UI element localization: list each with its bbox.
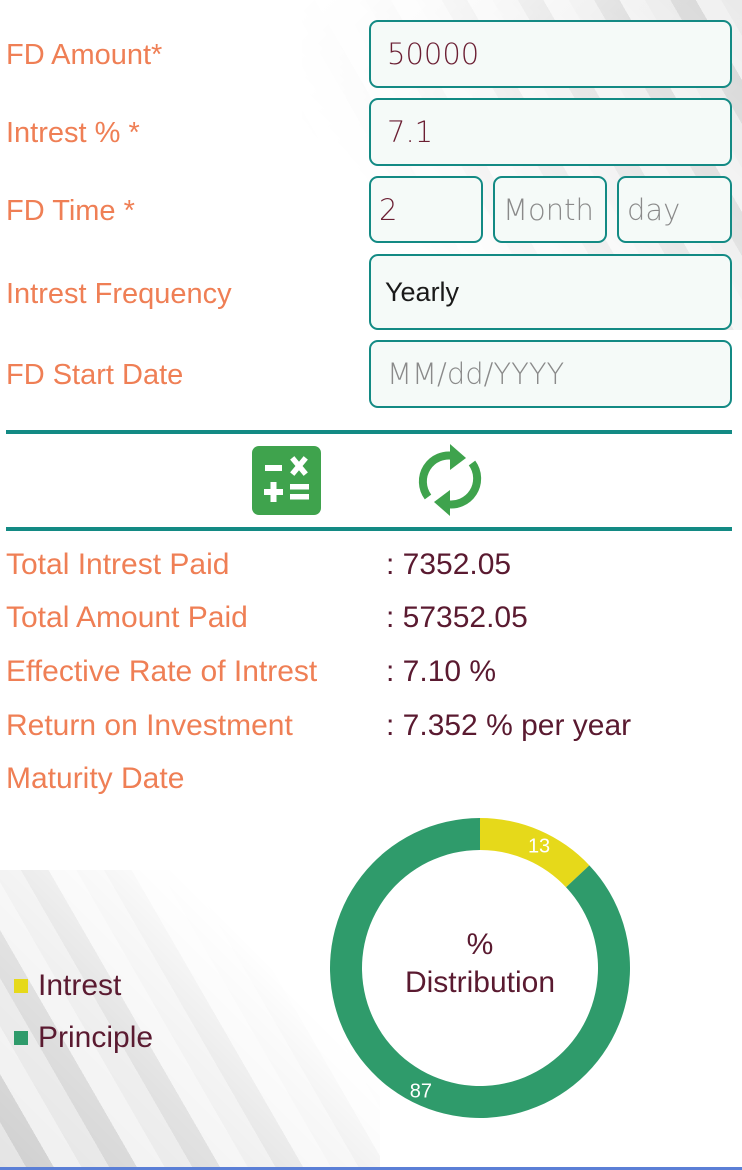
result-value-effective-rate: : 7.10 % [386, 655, 497, 688]
divider-bottom [6, 527, 732, 531]
month-placeholder: Month [503, 192, 594, 227]
donut-label-intrest: 13 [528, 835, 550, 857]
interest-value: 7.1 [387, 115, 434, 149]
legend-swatch-principle [14, 1031, 28, 1045]
donut-label-principle: 87 [410, 1080, 432, 1102]
result-label-roi: Return on Investment [6, 709, 293, 742]
fd-time-years-value: 2 [379, 192, 398, 227]
donut-center-title: % Distribution [326, 926, 634, 1002]
fd-time-day-input[interactable]: day [617, 176, 732, 243]
interest-input[interactable]: 7.1 [369, 98, 732, 166]
legend-swatch-interest [14, 979, 28, 993]
donut-center-line1: % [466, 928, 494, 961]
result-value-roi: : 7.352 % per year [386, 709, 632, 742]
divider-top [6, 430, 732, 434]
result-label-total-interest: Total Intrest Paid [6, 548, 230, 581]
interest-frequency-selected: Yearly [385, 276, 460, 307]
fd-time-label: FD Time * [6, 195, 135, 227]
calculate-button[interactable] [252, 446, 321, 515]
start-date-placeholder: MM/dd/YYYY [387, 357, 565, 391]
fd-amount-label: FD Amount* [6, 39, 163, 71]
fd-start-date-label: FD Start Date [6, 359, 184, 391]
refresh-icon [418, 444, 482, 516]
legend-label-interest: Intrest [38, 969, 122, 1002]
result-label-maturity-date: Maturity Date [6, 762, 185, 795]
calculator-icon [252, 446, 321, 515]
fd-time-month-input[interactable]: Month [493, 176, 607, 243]
interest-frequency-select[interactable]: Yearly [369, 254, 732, 330]
result-label-effective-rate: Effective Rate of Intrest [6, 655, 318, 688]
fd-amount-input[interactable]: 50000 [369, 20, 732, 88]
day-placeholder: day [627, 192, 681, 227]
result-value-total-interest: : 7352.05 [386, 548, 512, 581]
reset-button[interactable] [416, 442, 484, 518]
donut-center-line2: Distribution [404, 966, 556, 999]
interest-label: Intrest % * [6, 117, 140, 149]
interest-frequency-label: Intrest Frequency [6, 278, 232, 310]
fd-start-date-input[interactable]: MM/dd/YYYY [369, 340, 732, 408]
result-label-total-amount: Total Amount Paid [6, 601, 248, 634]
legend-item-principle: Principle [14, 1020, 153, 1056]
legend-label-principle: Principle [38, 1021, 154, 1054]
result-value-total-amount: : 57352.05 [386, 601, 528, 634]
fd-amount-value: 50000 [387, 37, 480, 71]
fd-time-years-input[interactable]: 2 [369, 176, 483, 243]
legend-item-interest: Intrest [14, 968, 121, 1004]
